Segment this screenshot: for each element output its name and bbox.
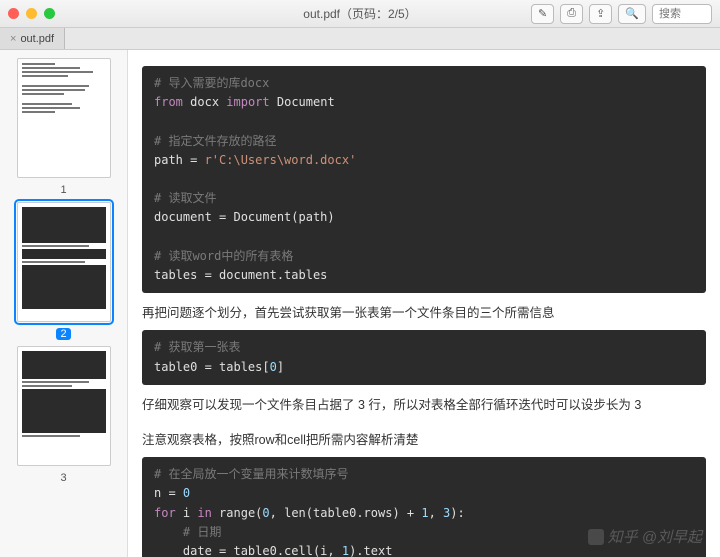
share-icon[interactable]: ⇪ [589, 4, 612, 24]
main: 1 2 3 # 导入需要的库docx from docx import D [0, 50, 720, 557]
page-number-1: 1 [60, 184, 66, 196]
minimize-window-icon[interactable] [26, 8, 37, 19]
tab-label: out.pdf [20, 33, 54, 45]
close-window-icon[interactable] [8, 8, 19, 19]
tab-close-icon[interactable]: × [10, 33, 16, 45]
search-input[interactable] [652, 4, 712, 24]
thumbnail-page-1[interactable] [17, 58, 111, 178]
window-title: out.pdf（页码：2/5） [303, 5, 416, 22]
titlebar: out.pdf（页码：2/5） ✎ ⎙ ⇪ 🔍 [0, 0, 720, 28]
tab-outpdf[interactable]: × out.pdf [0, 28, 65, 49]
document-content[interactable]: # 导入需要的库docx from docx import Document #… [128, 50, 720, 557]
thumbnail-page-2[interactable] [17, 202, 111, 322]
thumbnail-page-3[interactable] [17, 346, 111, 466]
toolbar-right: ✎ ⎙ ⇪ 🔍 [531, 4, 712, 24]
search-icon[interactable]: 🔍 [618, 4, 646, 24]
page-number-3: 3 [60, 472, 66, 484]
tabbar: × out.pdf [0, 28, 720, 50]
code-block-3: # 在全局放一个变量用来计数填序号 n = 0 for i in range(0… [142, 457, 706, 557]
code-block-1: # 导入需要的库docx from docx import Document #… [142, 66, 706, 293]
print-icon[interactable]: ⎙ [560, 4, 583, 24]
window-controls [8, 8, 55, 19]
thumbnail-sidebar: 1 2 3 [0, 50, 128, 557]
paragraph-3: 注意观察表格，按照row和cell把所需内容解析清楚 [142, 430, 706, 451]
page-number-2: 2 [56, 328, 70, 340]
fullscreen-window-icon[interactable] [44, 8, 55, 19]
paragraph-1: 再把问题逐个划分，首先尝试获取第一张表第一个文件条目的三个所需信息 [142, 303, 706, 324]
code-block-2: # 获取第一张表 table0 = tables[0] [142, 330, 706, 384]
pencil-icon[interactable]: ✎ [531, 4, 554, 24]
paragraph-2: 仔细观察可以发现一个文件条目占据了 3 行，所以对表格全部行循环迭代时可以设步长… [142, 395, 706, 416]
